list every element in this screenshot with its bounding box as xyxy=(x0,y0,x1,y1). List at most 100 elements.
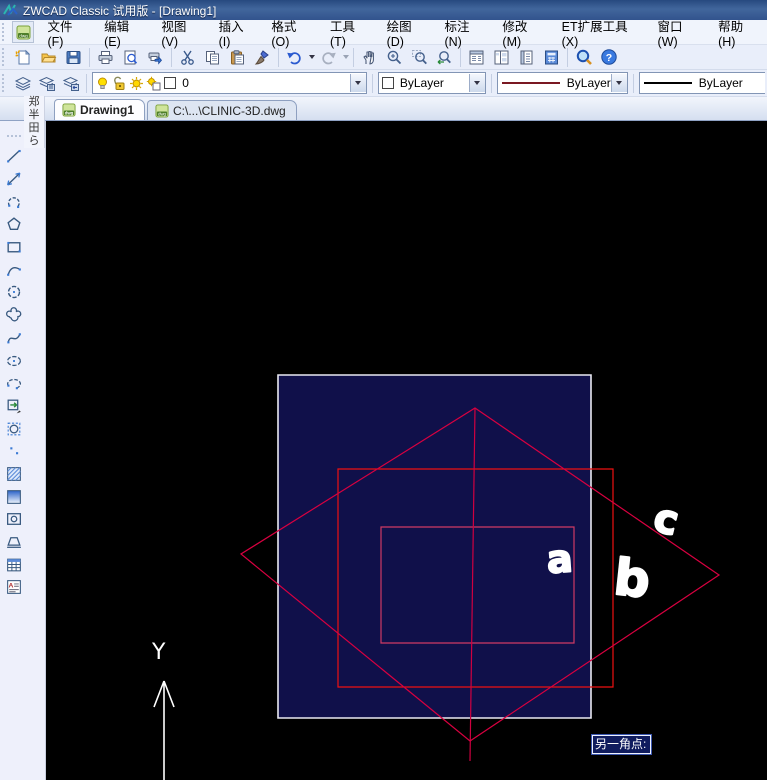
cut-button[interactable] xyxy=(175,46,200,69)
toolbar-grip[interactable] xyxy=(2,74,9,92)
match-properties-button[interactable] xyxy=(250,46,275,69)
sun-on-icon[interactable] xyxy=(129,76,144,91)
layer-combo-dropdown-button[interactable] xyxy=(349,74,366,92)
spline-button[interactable] xyxy=(2,327,26,349)
polygon-button[interactable] xyxy=(2,213,26,235)
hatch-button[interactable] xyxy=(2,463,26,485)
menu-bar: dwg 文件(F) 编辑(E) 视图(V) 插入(I) 格式(O) 工具(T) … xyxy=(0,20,767,49)
circle-icon xyxy=(7,286,21,299)
table-button[interactable] xyxy=(2,554,26,576)
line-button[interactable] xyxy=(2,145,26,167)
save-file-button[interactable] xyxy=(61,46,86,69)
layer-combo-value: 0 xyxy=(182,76,189,90)
search-button[interactable] xyxy=(571,46,596,69)
tool-palettes-button[interactable] xyxy=(514,46,539,69)
construction-line-button[interactable] xyxy=(2,168,26,190)
donut-button[interactable] xyxy=(2,508,26,530)
svg-text:dwg: dwg xyxy=(158,111,166,116)
gradient-button[interactable] xyxy=(2,486,26,508)
copy-button[interactable] xyxy=(200,46,225,69)
linetype-combo-dropdown-button[interactable] xyxy=(610,74,627,92)
help-icon: ? xyxy=(600,49,617,65)
match-properties-brush-icon xyxy=(254,49,269,65)
ellipse-icon xyxy=(7,355,21,366)
color-swatch xyxy=(381,77,394,89)
properties-palette-icon xyxy=(469,50,484,64)
redo-dropdown-button[interactable] xyxy=(341,47,350,68)
ellipse-button[interactable] xyxy=(2,350,26,372)
rectangle-icon xyxy=(7,242,21,253)
zwcad-logo-icon[interactable] xyxy=(3,3,19,17)
print-button[interactable] xyxy=(93,46,118,69)
polyline-button[interactable] xyxy=(2,191,26,213)
polygon-icon xyxy=(7,217,21,231)
revision-cloud-icon xyxy=(5,307,22,322)
region-button[interactable] xyxy=(2,531,26,553)
tab-clinic-3d[interactable]: dwg C:\...\CLINIC-3D.dwg xyxy=(147,100,297,120)
glyph-button[interactable]: 郑 xyxy=(29,96,40,109)
layer-combo[interactable]: 0 xyxy=(92,72,367,94)
document-control-box[interactable]: dwg xyxy=(11,21,35,43)
properties-palette-button[interactable] xyxy=(464,46,489,69)
ellipse-arc-button[interactable] xyxy=(2,372,26,394)
insert-block-button[interactable] xyxy=(2,395,26,417)
bulb-on-icon[interactable] xyxy=(95,76,110,91)
tab-label: Drawing1 xyxy=(80,103,135,117)
print-preview-button[interactable] xyxy=(118,46,143,69)
arc-button[interactable] xyxy=(2,259,26,281)
make-block-button[interactable] xyxy=(2,418,26,440)
zoom-realtime-button[interactable] xyxy=(382,46,407,69)
undo-dropdown-button[interactable] xyxy=(307,47,316,68)
lock-open-icon[interactable] xyxy=(112,76,127,91)
linetype-sample xyxy=(501,82,560,84)
menu-window[interactable]: 窗口(W) xyxy=(649,14,710,51)
glyph-button[interactable]: 田 xyxy=(29,122,40,135)
new-file-button[interactable] xyxy=(11,46,36,69)
revision-cloud-button[interactable] xyxy=(2,304,26,326)
paste-button[interactable] xyxy=(225,46,250,69)
draw-toolbar-grip[interactable] xyxy=(7,135,21,141)
layer-properties-button[interactable] xyxy=(11,72,35,95)
color-combo-dropdown-button[interactable] xyxy=(468,74,485,92)
lineweight-combo[interactable]: ByLayer xyxy=(638,72,766,94)
redo-button[interactable] xyxy=(316,46,341,69)
freeze-in-viewport-icon[interactable] xyxy=(146,76,161,91)
insert-block-icon xyxy=(7,399,21,414)
undo-button[interactable] xyxy=(282,46,307,69)
circle-button[interactable] xyxy=(2,281,26,303)
layer-states-button[interactable] xyxy=(35,72,59,95)
menu-help[interactable]: 帮助(H) xyxy=(709,14,767,51)
color-combo[interactable]: ByLayer xyxy=(377,72,486,94)
drawing-viewport[interactable]: Y a b c 另一角点: xyxy=(46,121,767,780)
point-icon xyxy=(10,447,19,455)
glyph-button[interactable]: 半 xyxy=(29,109,40,122)
point-button[interactable] xyxy=(2,440,26,462)
help-button[interactable]: ? xyxy=(596,46,621,69)
mtext-button[interactable]: A xyxy=(2,576,26,598)
main-area: A Y a b c 另一角点: xyxy=(0,121,767,780)
spline-icon xyxy=(7,333,21,344)
layer-color-swatch[interactable] xyxy=(164,77,177,89)
zoom-previous-button[interactable] xyxy=(432,46,457,69)
toolbar-separator xyxy=(86,73,88,93)
pan-button[interactable] xyxy=(357,46,382,69)
svg-text:A: A xyxy=(8,583,13,590)
hatch-icon xyxy=(7,467,21,481)
linetype-combo[interactable]: ByLayer xyxy=(496,72,628,94)
toolbar-grip[interactable] xyxy=(2,48,9,66)
dynamic-input-prompt: 另一角点: xyxy=(592,735,652,754)
zoom-window-button[interactable] xyxy=(407,46,432,69)
blue-filled-square xyxy=(277,374,592,719)
layer-previous-button[interactable] xyxy=(59,72,83,95)
publish-button[interactable] xyxy=(143,46,168,69)
rectangle-button[interactable] xyxy=(2,236,26,258)
toolbar-separator xyxy=(353,47,354,67)
open-file-button[interactable] xyxy=(36,46,61,69)
tab-drawing1[interactable]: dwg Drawing1 xyxy=(54,99,146,120)
menubar-grip[interactable] xyxy=(2,23,9,41)
draw-toolbar-dock: A xyxy=(0,121,46,780)
design-center-button[interactable] xyxy=(489,46,514,69)
y-axis-label: Y xyxy=(151,640,166,665)
glyph-button[interactable]: ら xyxy=(29,135,40,148)
quickcalc-button[interactable] xyxy=(539,46,564,69)
